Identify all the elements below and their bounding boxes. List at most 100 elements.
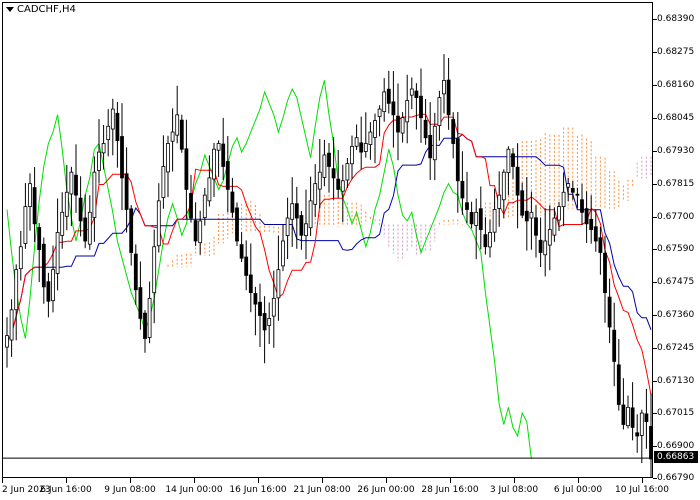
candle-body (244, 256, 249, 276)
time-tick-mark (514, 478, 515, 483)
price-tick-label: 0.67815 (657, 179, 695, 190)
time-tick-mark (194, 478, 195, 483)
candle-body (350, 145, 354, 165)
candle-body (152, 246, 157, 294)
price-tick-label: 0.68275 (657, 47, 695, 58)
time-tick-mark (322, 478, 323, 483)
candle-body (598, 237, 603, 253)
time-tick-label: 26 Jun 00:00 (357, 485, 415, 495)
candle-body (423, 119, 428, 139)
candle-body (37, 227, 42, 251)
candle-body (23, 206, 28, 244)
candle-body (248, 274, 253, 294)
candle-body (474, 211, 479, 226)
candle-body (216, 143, 221, 151)
candle-body (363, 143, 368, 152)
candle-body (644, 413, 649, 423)
candle-body (354, 137, 359, 147)
candle-body (534, 217, 538, 236)
time-tick-mark (2, 478, 3, 483)
candle-body (400, 117, 405, 134)
candle-body (442, 80, 446, 95)
candle-body (166, 143, 170, 173)
candle-body (589, 218, 594, 230)
candle-body (543, 240, 548, 256)
candle-body (432, 125, 437, 161)
candle-body (529, 211, 534, 219)
candle-body (14, 269, 19, 311)
candle-body (143, 312, 147, 339)
candle-body (607, 296, 612, 328)
candle-body (262, 313, 267, 331)
symbol-label: CADCHF,H4 (17, 4, 76, 15)
candle-body (524, 210, 529, 222)
candle-body (635, 432, 640, 437)
candle-body (630, 407, 635, 428)
candle-body (225, 161, 230, 190)
candle-body (621, 404, 626, 425)
candle-body (115, 112, 120, 142)
candle-body (41, 243, 46, 288)
candle-body (101, 143, 106, 154)
candle-body (60, 211, 65, 236)
candle-body (147, 297, 152, 338)
candle-body (170, 131, 175, 142)
candle-body (64, 191, 69, 217)
time-tick-label: 14 Jun 00:00 (165, 485, 223, 495)
price-chart[interactable] (3, 3, 653, 478)
candle-body (175, 114, 180, 136)
candle-body (212, 148, 216, 180)
time-tick-mark (258, 478, 259, 483)
candle-body (271, 297, 276, 317)
candle-body (313, 183, 318, 205)
candle-body (239, 244, 244, 259)
candle-body (83, 217, 88, 242)
candle-body (368, 131, 373, 145)
candle-body (198, 220, 203, 244)
candle-body (359, 142, 364, 153)
chart-window[interactable]: CADCHF,H4 0.68390 0.68275 0.68160 0.68045 0.… (0, 0, 700, 500)
candle-body (506, 148, 511, 174)
candle-body (465, 202, 469, 210)
symbol-header[interactable]: CADCHF,H4 (6, 4, 76, 15)
candle-body (373, 120, 377, 138)
candle-body (9, 309, 14, 341)
time-tick-mark (450, 478, 451, 483)
triangle-down-icon[interactable] (6, 7, 14, 12)
time-tick-mark (578, 478, 579, 483)
ichimoku-cloud (167, 127, 652, 268)
candle-body (515, 166, 520, 196)
plot-area[interactable] (2, 2, 653, 478)
candle-body (322, 154, 327, 178)
price-tick-label: 0.68045 (657, 113, 695, 124)
candle-body (345, 163, 350, 181)
candle-body (327, 152, 331, 167)
price-tick-label: 0.68160 (657, 80, 695, 91)
time-tick-mark (66, 478, 67, 483)
candle-body (138, 287, 143, 319)
candle-body (18, 246, 23, 270)
candle-body (451, 119, 456, 144)
candle-body (285, 217, 290, 236)
candle-body (396, 115, 400, 133)
candle-body (570, 188, 575, 193)
time-tick-mark (130, 478, 131, 483)
candle-body (267, 318, 272, 326)
candle-body (299, 215, 304, 236)
candle-body (253, 293, 258, 305)
candle-body (51, 269, 55, 302)
candle-body (446, 79, 451, 116)
candle-body (129, 208, 134, 253)
price-tick-label: 0.66900 (657, 441, 695, 452)
time-tick-mark (642, 478, 643, 483)
candle-body (603, 252, 607, 294)
candle-body (409, 88, 414, 96)
candle-body (557, 206, 561, 221)
candle-body (294, 203, 299, 219)
candle-body (202, 194, 207, 218)
candle-body (230, 191, 235, 213)
price-tick-label: 0.67015 (657, 408, 695, 419)
candle-body (5, 335, 9, 348)
price-tick-label: 0.67475 (657, 276, 695, 287)
price-tick-label: 0.66790 (657, 473, 695, 483)
